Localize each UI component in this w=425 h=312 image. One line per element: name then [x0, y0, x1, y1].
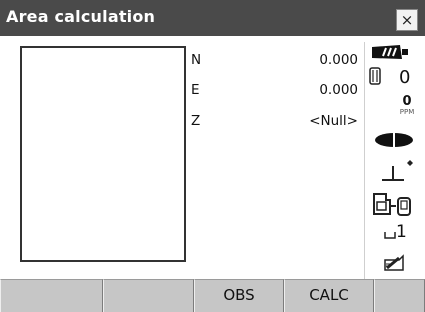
ppm-value: 0	[402, 94, 412, 109]
point-list[interactable]	[20, 46, 186, 262]
coord-label-e: E	[191, 82, 200, 98]
coord-row-n: N 0.000	[191, 52, 358, 72]
softkey-2[interactable]	[103, 279, 194, 312]
battery-icon	[370, 44, 414, 64]
softkey-5[interactable]	[374, 279, 425, 312]
target-count: 0	[399, 67, 411, 88]
close-button[interactable]: ×	[396, 9, 418, 31]
sidebar-divider	[364, 42, 365, 280]
coord-row-z: Z <Null>	[191, 113, 358, 133]
coord-value-e: 0.000	[319, 82, 358, 98]
coord-label-n: N	[191, 52, 202, 68]
laser-beam-icon	[372, 132, 416, 152]
obs-button[interactable]: OBS	[194, 279, 284, 312]
softkey-1[interactable]	[0, 279, 103, 312]
coord-row-e: E 0.000	[191, 82, 358, 102]
instrument-bluetooth-icon	[372, 190, 416, 222]
memory-value: 1	[396, 222, 407, 242]
input-mode-pen-icon	[383, 254, 405, 278]
area-calculation-window: Area calculation × N 0.000 E 0.000 Z <Nu…	[0, 0, 425, 312]
coord-label-z: Z	[191, 113, 201, 129]
coord-value-z: <Null>	[309, 113, 358, 129]
close-icon: ×	[400, 11, 414, 29]
title-bar: Area calculation ×	[0, 0, 425, 36]
ppm-label: PPM	[399, 108, 415, 116]
coord-value-n: 0.000	[319, 52, 358, 68]
memory-interface-icon	[384, 225, 396, 244]
status-sidebar: 0 0 PPM 1	[366, 42, 422, 280]
tilt-compensation-icon	[380, 158, 416, 186]
calc-button[interactable]: CALC	[284, 279, 374, 312]
target-prism-icon	[368, 67, 382, 89]
ppm-indicator: 0 PPM	[396, 94, 418, 116]
page-title: Area calculation	[6, 7, 156, 26]
